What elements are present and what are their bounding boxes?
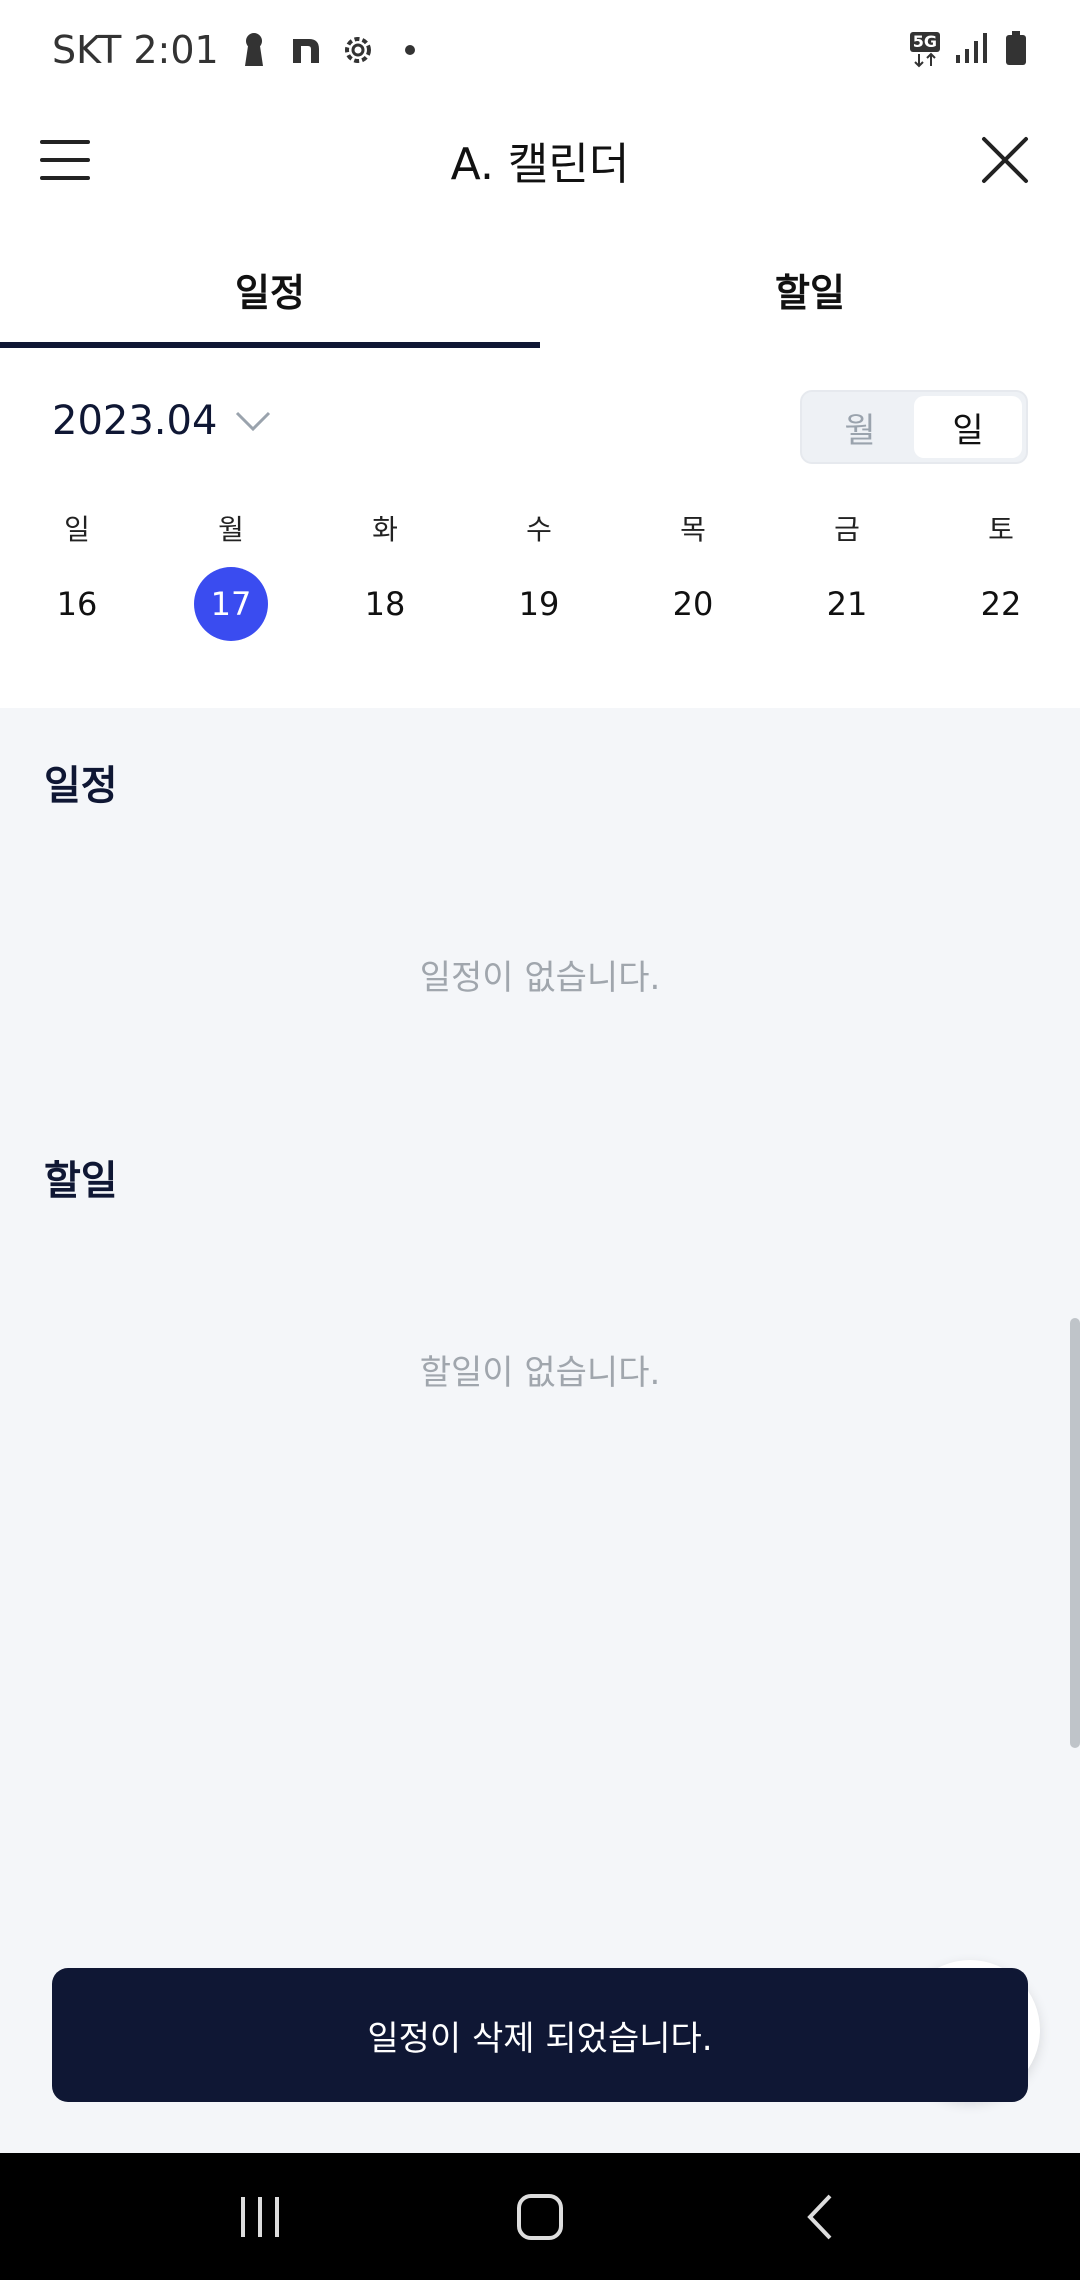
- day-column[interactable]: 목 20: [633, 505, 753, 641]
- menu-icon-bar: [40, 140, 90, 144]
- status-right: 5G: [909, 30, 1028, 70]
- todo-section-title: 할일: [44, 1158, 118, 1204]
- close-button[interactable]: [970, 125, 1040, 195]
- back-button[interactable]: [760, 2167, 880, 2267]
- network-label: 5G: [909, 32, 940, 52]
- month-selector[interactable]: 2023.04: [52, 398, 273, 444]
- day-number: 19: [518, 585, 560, 623]
- day-column[interactable]: 일 16: [17, 505, 137, 641]
- todo-empty-text: 할일이 없습니다.: [419, 1353, 661, 1393]
- day-name: 화: [372, 513, 398, 546]
- menu-icon-bar: [40, 176, 90, 180]
- battery-icon: [1004, 30, 1028, 70]
- day-number: 16: [56, 585, 98, 623]
- recent-apps-button[interactable]: [200, 2167, 320, 2267]
- tab-schedule[interactable]: 일정: [0, 230, 540, 348]
- schedule-section-title: 일정: [44, 763, 118, 809]
- home-icon: [517, 2193, 563, 2240]
- day-name: 수: [526, 513, 552, 546]
- naver-n-icon: [289, 30, 323, 70]
- scrollbar[interactable]: [1070, 1318, 1080, 1748]
- toggle-month[interactable]: 월: [806, 396, 914, 458]
- day-name: 월: [218, 513, 244, 546]
- day-name: 목: [680, 513, 706, 546]
- status-bar: SKT 2:01 5G: [0, 0, 1080, 100]
- dot-icon: [393, 30, 427, 70]
- app-bar: A. 캘린더: [0, 100, 1080, 220]
- snackbar: 일정이 삭제 되었습니다.: [52, 1968, 1028, 2102]
- month-row: 2023.04 월 일: [0, 380, 1080, 470]
- snackbar-message: 일정이 삭제 되었습니다.: [367, 2018, 713, 2059]
- day-name: 토: [988, 513, 1014, 546]
- close-icon: [982, 137, 1028, 183]
- content-area[interactable]: 일정 일정이 없습니다. 할일 할일이 없습니다.: [0, 708, 1080, 2153]
- page-title: A. 캘린더: [450, 139, 630, 190]
- day-column[interactable]: 월 17: [171, 505, 291, 641]
- day-number: 20: [672, 585, 714, 623]
- menu-icon-bar: [40, 158, 90, 162]
- calendar-screen: SKT 2:01 5G A. 캘린더 일정 할일 2023.04 월 일 일 1…: [0, 0, 1080, 2280]
- toggle-day[interactable]: 일: [914, 396, 1022, 458]
- day-name: 일: [64, 513, 90, 546]
- week-strip: 일 16 월 17 화 18 수 19 목 20 금 21 토 22: [0, 505, 1080, 645]
- view-toggle: 월 일: [800, 390, 1028, 464]
- keyhole-icon: [237, 30, 271, 70]
- 5g-icon: 5G: [909, 32, 940, 68]
- day-number: 18: [364, 585, 406, 623]
- day-name: 금: [834, 513, 860, 546]
- month-label: 2023.04: [52, 398, 218, 444]
- day-column[interactable]: 토 22: [941, 505, 1061, 641]
- signal-icon: [954, 31, 990, 69]
- menu-button[interactable]: [40, 130, 110, 190]
- chevron-down-icon: [236, 411, 271, 432]
- tab-todo[interactable]: 할일: [540, 230, 1080, 348]
- day-number-selected: 17: [194, 567, 268, 641]
- system-nav-bar: [0, 2153, 1080, 2280]
- day-column[interactable]: 금 21: [787, 505, 907, 641]
- home-button[interactable]: [480, 2167, 600, 2267]
- schedule-empty-text: 일정이 없습니다.: [419, 958, 661, 998]
- tab-bar: 일정 할일: [0, 230, 1080, 348]
- day-number: 21: [826, 585, 868, 623]
- day-number: 22: [980, 585, 1022, 623]
- day-column[interactable]: 화 18: [325, 505, 445, 641]
- day-column[interactable]: 수 19: [479, 505, 599, 641]
- settings-icon: [341, 30, 375, 70]
- status-left: SKT 2:01: [52, 28, 427, 72]
- carrier-time: SKT 2:01: [52, 28, 219, 72]
- back-icon: [807, 2194, 832, 2239]
- recent-apps-icon: [241, 2196, 279, 2237]
